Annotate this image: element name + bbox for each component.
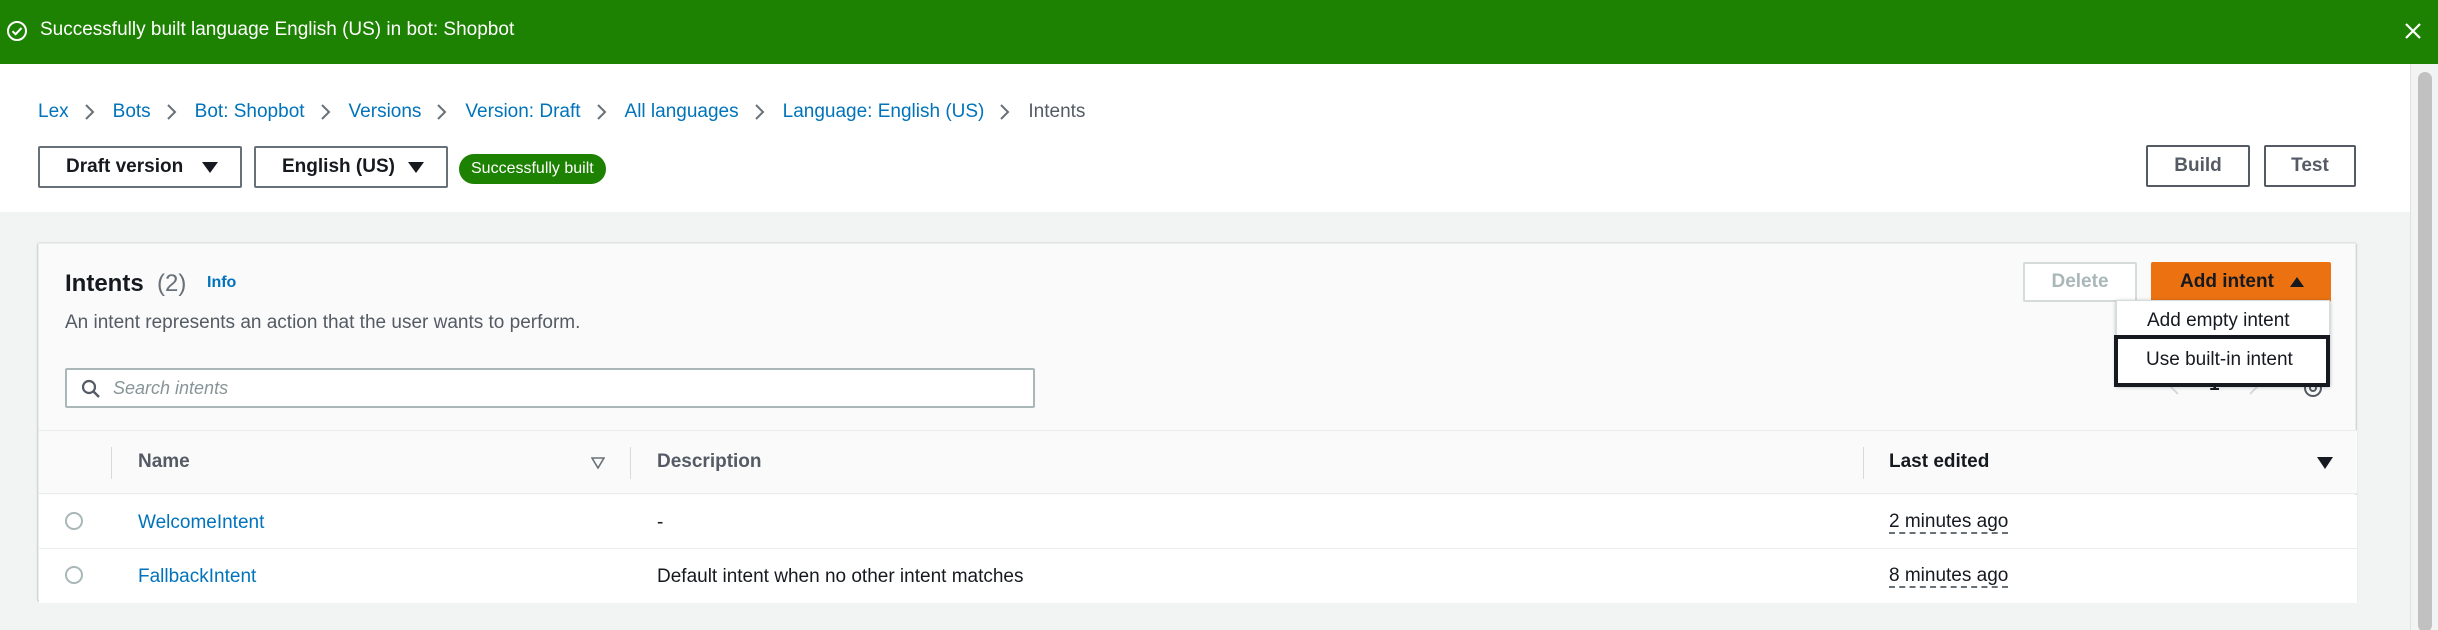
menu-item-use-built-in-intent[interactable]: Use built-in intent xyxy=(2146,349,2293,371)
table-row[interactable]: WelcomeIntent - 2 minutes ago xyxy=(39,495,2357,549)
table-header: Name Description Last edited xyxy=(39,430,2357,494)
row-select-radio[interactable] xyxy=(65,512,83,530)
intent-last-edited: 8 minutes ago xyxy=(1889,565,2009,588)
chevron-right-icon xyxy=(421,100,465,124)
intent-description: Default intent when no other intent matc… xyxy=(657,566,1024,587)
test-button[interactable]: Test xyxy=(2264,145,2356,187)
build-button[interactable]: Build xyxy=(2146,145,2250,187)
table-row[interactable]: FallbackIntent Default intent when no ot… xyxy=(39,549,2357,603)
search-field[interactable] xyxy=(65,368,1035,408)
check-circle-icon xyxy=(7,21,27,41)
info-link[interactable]: Info xyxy=(207,274,236,292)
menu-item-add-empty-intent[interactable]: Add empty intent xyxy=(2147,310,2290,332)
scrollbar-thumb[interactable] xyxy=(2418,72,2432,630)
breadcrumb-intents: Intents xyxy=(1028,101,1086,122)
breadcrumb: Lex Bots Bot: Shopbot Versions Version: … xyxy=(38,100,1085,124)
intent-last-edited: 2 minutes ago xyxy=(1889,511,2009,534)
chevron-right-icon xyxy=(984,100,1028,124)
intents-title: Intents xyxy=(65,270,144,297)
intent-description: - xyxy=(657,512,664,533)
flash-message: Successfully built language English (US)… xyxy=(40,19,515,40)
vertical-scrollbar[interactable] xyxy=(2410,64,2438,630)
column-divider xyxy=(111,447,112,479)
version-select-value: Draft version xyxy=(66,156,184,177)
sort-descending-icon[interactable] xyxy=(2317,457,2333,469)
column-divider xyxy=(630,447,631,479)
breadcrumb-versions[interactable]: Versions xyxy=(349,101,422,123)
chevron-right-icon xyxy=(739,100,783,124)
status-badge: Successfully built xyxy=(459,154,606,184)
chevron-right-icon xyxy=(151,100,195,124)
version-select[interactable]: Draft version xyxy=(38,146,242,188)
chevron-right-icon xyxy=(69,100,113,124)
intents-table-container: Intents (2) Info An intent represents an… xyxy=(38,243,2357,603)
search-icon xyxy=(81,379,100,398)
column-divider xyxy=(1863,447,1864,479)
column-description-header[interactable]: Description xyxy=(657,451,762,473)
caret-down-icon xyxy=(202,162,218,173)
column-name-header[interactable]: Name xyxy=(138,451,190,473)
language-select-value: English (US) xyxy=(282,156,395,177)
breadcrumb-version-draft[interactable]: Version: Draft xyxy=(465,101,580,123)
intent-name-link[interactable]: FallbackIntent xyxy=(138,566,256,588)
row-select-radio[interactable] xyxy=(65,566,83,584)
menu-item-use-built-in-intent-focused[interactable]: Use built-in intent xyxy=(2114,335,2330,387)
intents-description: An intent represents an action that the … xyxy=(65,312,581,333)
breadcrumb-bots[interactable]: Bots xyxy=(113,101,151,123)
chevron-right-icon xyxy=(581,100,625,124)
caret-up-icon xyxy=(2290,277,2304,287)
close-icon[interactable] xyxy=(2402,20,2424,42)
page-header: Lex Bots Bot: Shopbot Versions Version: … xyxy=(0,64,2410,212)
breadcrumb-language[interactable]: Language: English (US) xyxy=(783,101,985,123)
breadcrumb-all-languages[interactable]: All languages xyxy=(625,101,739,123)
intents-count: (2) xyxy=(157,270,187,297)
success-flash-banner: Successfully built language English (US)… xyxy=(0,0,2438,64)
add-intent-label: Add intent xyxy=(2180,271,2274,292)
chevron-right-icon xyxy=(305,100,349,124)
intent-name-link[interactable]: WelcomeIntent xyxy=(138,512,264,534)
language-select[interactable]: English (US) xyxy=(254,146,448,188)
breadcrumb-lex[interactable]: Lex xyxy=(38,101,69,123)
caret-down-icon xyxy=(408,162,424,173)
add-intent-button[interactable]: Add intent xyxy=(2151,262,2331,302)
sort-icon[interactable] xyxy=(591,457,605,469)
column-last-edited-header[interactable]: Last edited xyxy=(1889,451,1989,473)
delete-button[interactable]: Delete xyxy=(2023,262,2137,302)
search-input[interactable] xyxy=(113,376,1013,400)
breadcrumb-bot-shopbot[interactable]: Bot: Shopbot xyxy=(195,101,305,123)
